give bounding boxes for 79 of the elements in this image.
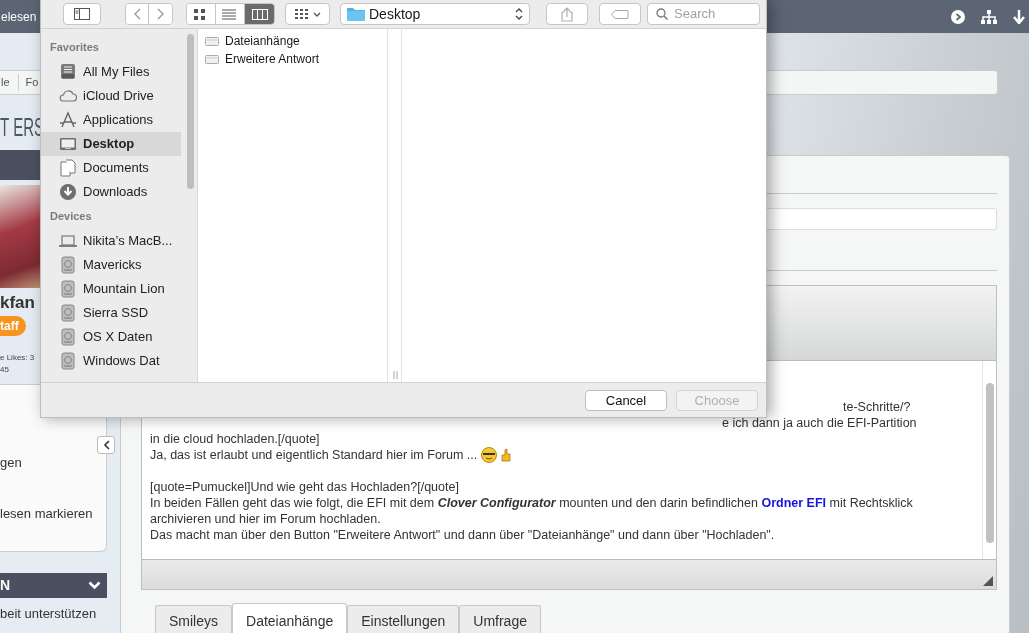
chevron-left-icon <box>102 439 110 450</box>
sidebar-toggle-button[interactable] <box>63 3 101 25</box>
monitor-icon <box>59 135 77 153</box>
file-icon <box>205 36 219 46</box>
search-icon <box>656 8 668 20</box>
grid-icon <box>294 9 309 19</box>
tray-icon <box>59 63 77 81</box>
text-line: In beiden Fällen geht das wie folgt, die EFI mit dem Clover Configurator mounten und den darin befindlichen Ordner EFI mit Rechtsklick <box>150 496 913 510</box>
tab[interactable]: Smileys <box>155 605 232 633</box>
panel-header[interactable]: N <box>0 572 107 598</box>
share-icon <box>561 6 573 22</box>
text-line: in die cloud hochladen.[/quote] <box>150 432 320 446</box>
play-icon[interactable] <box>951 9 965 24</box>
icons-view-button[interactable] <box>187 4 216 24</box>
sidebar-item[interactable]: Sierra SSD <box>41 301 181 325</box>
collapse-button[interactable] <box>97 435 115 454</box>
user-stat: 45 <box>0 363 9 376</box>
location-label: Desktop <box>369 4 421 24</box>
cloud-icon <box>59 87 77 105</box>
cancel-button[interactable]: Cancel <box>585 389 667 411</box>
tab[interactable]: Einstellungen <box>347 605 460 633</box>
text-line: [quote=Pumuckel]Und wie geht das Hochladen?[/quote] <box>150 480 459 494</box>
sidebar-item[interactable]: Mountain Lion <box>41 277 181 301</box>
smiley-sunglasses-icon <box>481 447 498 463</box>
file-icon <box>205 54 219 64</box>
sidebar-item[interactable]: OS X Daten <box>41 325 181 349</box>
user-badge: taff <box>0 315 26 336</box>
apps-icon <box>59 111 77 129</box>
list-icon <box>222 7 238 21</box>
sidebar-section-title: Favorites <box>49 40 100 55</box>
columns-icon <box>251 7 268 21</box>
columns-view-button[interactable] <box>245 4 274 24</box>
panel-text: beit unterstützen <box>0 604 98 623</box>
caret-icon <box>312 11 321 17</box>
laptop-icon <box>59 232 77 250</box>
sidebar-section-title: Devices <box>49 209 93 224</box>
arrow-down-icon[interactable] <box>1013 9 1025 24</box>
sidebar-item[interactable]: Documents <box>41 156 181 180</box>
chevron-right-icon <box>156 8 165 20</box>
tag-icon <box>611 9 629 19</box>
link[interactable]: Ordner EFI <box>761 496 827 510</box>
sidebar-item[interactable]: Nikita’s MacB... <box>41 229 181 253</box>
sidebar-item[interactable]: Windows Dat <box>41 349 181 373</box>
scrollbar-thumb[interactable] <box>187 34 194 189</box>
file-item[interactable]: Dateianhänge <box>198 32 387 50</box>
text-line: archivieren und hier im Forum hochladen. <box>150 512 381 526</box>
site-title[interactable]: elesen <box>1 7 37 26</box>
chevron-down-icon[interactable] <box>88 580 101 590</box>
view-mode-control[interactable] <box>186 3 275 25</box>
sidebar-icon <box>74 8 90 20</box>
download-icon <box>59 183 77 201</box>
scrollbar-thumb[interactable] <box>986 383 994 543</box>
location-dropdown[interactable]: Desktop <box>340 3 530 25</box>
sidebar-item[interactable]: Mavericks <box>41 253 181 277</box>
sidebar-item[interactable]: Desktop <box>41 132 181 156</box>
text-line: te-Schritte/? <box>843 400 911 414</box>
updown-icon <box>515 8 523 20</box>
text-line: e ich dann ja auch die EFI-Partition <box>722 416 917 430</box>
breadcrumb-link[interactable]: le <box>0 74 19 91</box>
text-line: Ja, das ist erlaubt und eigentlich Standard hier im Forum ... <box>150 447 478 463</box>
sidebar-item[interactable]: Downloads <box>41 180 181 204</box>
resize-grip-icon[interactable] <box>983 576 993 586</box>
sidebar-link[interactable]: gen <box>0 452 106 472</box>
thumbs-up-icon <box>501 448 512 462</box>
chevron-left-icon <box>133 8 141 20</box>
file-item[interactable]: Erweitere Antwort <box>198 50 387 68</box>
folder-icon <box>347 7 365 21</box>
search-placeholder: Search <box>674 5 716 24</box>
resize-handle-icon[interactable] <box>393 371 398 379</box>
tab[interactable]: Umfrage <box>459 605 541 633</box>
sitemap-icon[interactable] <box>981 9 997 24</box>
sidebar-item[interactable]: Applications <box>41 108 181 132</box>
arrange-button[interactable] <box>285 3 330 25</box>
panel-title: N <box>0 575 11 595</box>
text-line: Das macht man über den Button "Erweitere Antwort" und dann über "Dateianhänge" und dann über "Hochladen". <box>150 528 775 542</box>
tab[interactable]: Dateianhänge <box>232 603 348 633</box>
documents-icon <box>59 159 77 177</box>
user-stat: e Likes: 3 <box>0 351 35 364</box>
sidebar-link[interactable]: lesen markieren <box>0 504 106 524</box>
